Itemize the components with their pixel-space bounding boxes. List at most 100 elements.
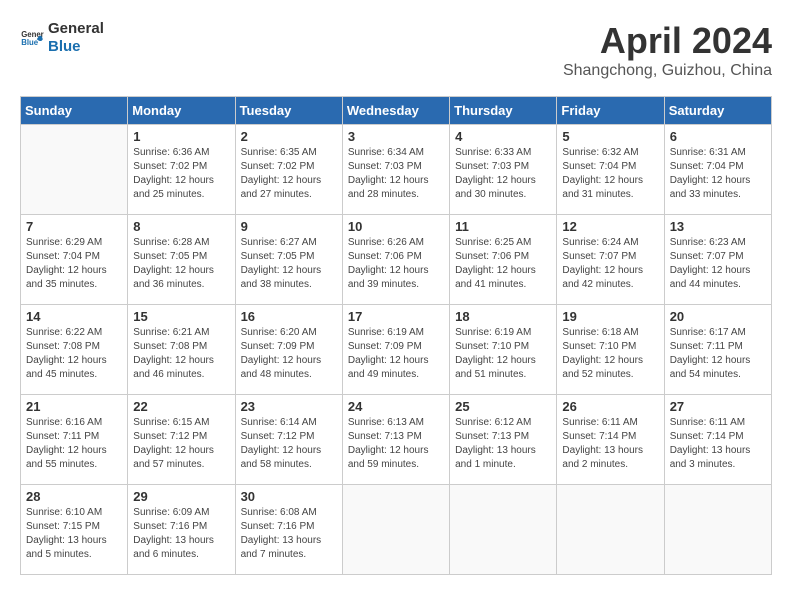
calendar-cell: 21 Sunrise: 6:16 AMSunset: 7:11 PMDayligh… [21, 395, 128, 485]
day-info: Sunrise: 6:18 AMSunset: 7:10 PMDaylight:… [562, 326, 658, 382]
header: General Blue General Blue April 2024 Sha… [20, 20, 772, 80]
weekday-header-cell: Wednesday [342, 97, 449, 125]
day-number: 13 [670, 219, 766, 234]
day-number: 24 [348, 399, 444, 414]
calendar-cell: 6 Sunrise: 6:31 AMSunset: 7:04 PMDaylight… [664, 125, 771, 215]
day-info: Sunrise: 6:34 AMSunset: 7:03 PMDaylight:… [348, 146, 444, 202]
logo-icon: General Blue [20, 26, 44, 50]
calendar-cell: 20 Sunrise: 6:17 AMSunset: 7:11 PMDayligh… [664, 305, 771, 395]
location-title: Shangchong, Guizhou, China [563, 62, 772, 80]
calendar-cell: 26Sunrise: 6:11 AMSunset: 7:14 PMDayligh… [557, 395, 664, 485]
calendar-cell [557, 485, 664, 575]
day-info: Sunrise: 6:28 AMSunset: 7:05 PMDaylight:… [133, 236, 229, 292]
calendar-cell: 16Sunrise: 6:20 AMSunset: 7:09 PMDayligh… [235, 305, 342, 395]
calendar-cell: 3 Sunrise: 6:34 AMSunset: 7:03 PMDaylight… [342, 125, 449, 215]
day-number: 27 [670, 399, 766, 414]
weekday-header-row: SundayMondayTuesdayWednesdayThursdayFrid… [21, 97, 772, 125]
day-number: 17 [348, 309, 444, 324]
calendar-cell [664, 485, 771, 575]
day-number: 1 [133, 129, 229, 144]
day-number: 11 [455, 219, 551, 234]
day-number: 4 [455, 129, 551, 144]
calendar-cell: 22 Sunrise: 6:15 AMSunset: 7:12 PMDayligh… [128, 395, 235, 485]
calendar-cell: 14 Sunrise: 6:22 AMSunset: 7:08 PMDayligh… [21, 305, 128, 395]
calendar-cell: 10 Sunrise: 6:26 AMSunset: 7:06 PMDayligh… [342, 215, 449, 305]
day-info: Sunrise: 6:19 AMSunset: 7:09 PMDaylight:… [348, 326, 444, 382]
title-area: April 2024 Shangchong, Guizhou, China [563, 20, 772, 80]
day-number: 12 [562, 219, 658, 234]
calendar-cell: 18 Sunrise: 6:19 AMSunset: 7:10 PMDayligh… [450, 305, 557, 395]
calendar-week-row: 21 Sunrise: 6:16 AMSunset: 7:11 PMDayligh… [21, 395, 772, 485]
day-number: 15 [133, 309, 229, 324]
day-number: 19 [562, 309, 658, 324]
calendar-week-row: 14 Sunrise: 6:22 AMSunset: 7:08 PMDayligh… [21, 305, 772, 395]
day-number: 9 [241, 219, 337, 234]
day-info: Sunrise: 6:36 AMSunset: 7:02 PMDaylight:… [133, 146, 229, 202]
day-number: 22 [133, 399, 229, 414]
day-number: 21 [26, 399, 122, 414]
day-number: 14 [26, 309, 122, 324]
calendar-body: 1 Sunrise: 6:36 AMSunset: 7:02 PMDaylight… [21, 125, 772, 575]
day-info: Sunrise: 6:26 AMSunset: 7:06 PMDaylight:… [348, 236, 444, 292]
svg-text:Blue: Blue [21, 38, 39, 47]
day-number: 28 [26, 489, 122, 504]
calendar-cell: 25 Sunrise: 6:12 AMSunset: 7:13 PMDayligh… [450, 395, 557, 485]
weekday-header-cell: Thursday [450, 97, 557, 125]
day-number: 5 [562, 129, 658, 144]
month-title: April 2024 [563, 20, 772, 62]
day-info: Sunrise: 6:17 AMSunset: 7:11 PMDaylight:… [670, 326, 766, 382]
calendar-cell: 15 Sunrise: 6:21 AMSunset: 7:08 PMDayligh… [128, 305, 235, 395]
day-number: 3 [348, 129, 444, 144]
day-info: Sunrise: 6:13 AMSunset: 7:13 PMDaylight:… [348, 416, 444, 472]
day-info: Sunrise: 6:27 AMSunset: 7:05 PMDaylight:… [241, 236, 337, 292]
day-info: Sunrise: 6:08 AMSunset: 7:16 PMDaylight:… [241, 506, 337, 562]
calendar-cell: 12Sunrise: 6:24 AMSunset: 7:07 PMDayligh… [557, 215, 664, 305]
day-info: Sunrise: 6:19 AMSunset: 7:10 PMDaylight:… [455, 326, 551, 382]
calendar-cell: 13 Sunrise: 6:23 AMSunset: 7:07 PMDayligh… [664, 215, 771, 305]
day-info: Sunrise: 6:21 AMSunset: 7:08 PMDaylight:… [133, 326, 229, 382]
day-info: Sunrise: 6:22 AMSunset: 7:08 PMDaylight:… [26, 326, 122, 382]
calendar-cell [450, 485, 557, 575]
day-number: 10 [348, 219, 444, 234]
day-info: Sunrise: 6:31 AMSunset: 7:04 PMDaylight:… [670, 146, 766, 202]
day-number: 2 [241, 129, 337, 144]
day-info: Sunrise: 6:11 AMSunset: 7:14 PMDaylight:… [562, 416, 658, 472]
calendar-cell: 23Sunrise: 6:14 AMSunset: 7:12 PMDayligh… [235, 395, 342, 485]
calendar-table: SundayMondayTuesdayWednesdayThursdayFrid… [20, 96, 772, 575]
day-info: Sunrise: 6:12 AMSunset: 7:13 PMDaylight:… [455, 416, 551, 472]
day-info: Sunrise: 6:23 AMSunset: 7:07 PMDaylight:… [670, 236, 766, 292]
calendar-cell: 2Sunrise: 6:35 AMSunset: 7:02 PMDaylight… [235, 125, 342, 215]
day-info: Sunrise: 6:16 AMSunset: 7:11 PMDaylight:… [26, 416, 122, 472]
calendar-cell: 27 Sunrise: 6:11 AMSunset: 7:14 PMDayligh… [664, 395, 771, 485]
logo-blue-text: Blue [48, 38, 104, 56]
day-info: Sunrise: 6:32 AMSunset: 7:04 PMDaylight:… [562, 146, 658, 202]
day-info: Sunrise: 6:11 AMSunset: 7:14 PMDaylight:… [670, 416, 766, 472]
calendar-cell: 5 Sunrise: 6:32 AMSunset: 7:04 PMDaylight… [557, 125, 664, 215]
day-number: 16 [241, 309, 337, 324]
calendar-week-row: 7 Sunrise: 6:29 AMSunset: 7:04 PMDaylight… [21, 215, 772, 305]
calendar-cell: 24 Sunrise: 6:13 AMSunset: 7:13 PMDayligh… [342, 395, 449, 485]
day-number: 6 [670, 129, 766, 144]
calendar-week-row: 28 Sunrise: 6:10 AMSunset: 7:15 PMDayligh… [21, 485, 772, 575]
day-info: Sunrise: 6:15 AMSunset: 7:12 PMDaylight:… [133, 416, 229, 472]
day-number: 25 [455, 399, 551, 414]
weekday-header-cell: Monday [128, 97, 235, 125]
calendar-cell: 17 Sunrise: 6:19 AMSunset: 7:09 PMDayligh… [342, 305, 449, 395]
day-number: 18 [455, 309, 551, 324]
day-number: 30 [241, 489, 337, 504]
calendar-cell [21, 125, 128, 215]
day-number: 23 [241, 399, 337, 414]
calendar-cell: 19 Sunrise: 6:18 AMSunset: 7:10 PMDayligh… [557, 305, 664, 395]
weekday-header-cell: Tuesday [235, 97, 342, 125]
weekday-header-cell: Friday [557, 97, 664, 125]
day-info: Sunrise: 6:10 AMSunset: 7:15 PMDaylight:… [26, 506, 122, 562]
calendar-cell: 9 Sunrise: 6:27 AMSunset: 7:05 PMDaylight… [235, 215, 342, 305]
day-info: Sunrise: 6:09 AMSunset: 7:16 PMDaylight:… [133, 506, 229, 562]
logo-general-text: General [48, 20, 104, 38]
weekday-header-cell: Saturday [664, 97, 771, 125]
day-info: Sunrise: 6:29 AMSunset: 7:04 PMDaylight:… [26, 236, 122, 292]
calendar-cell [342, 485, 449, 575]
day-number: 20 [670, 309, 766, 324]
calendar-cell: 28 Sunrise: 6:10 AMSunset: 7:15 PMDayligh… [21, 485, 128, 575]
day-number: 7 [26, 219, 122, 234]
